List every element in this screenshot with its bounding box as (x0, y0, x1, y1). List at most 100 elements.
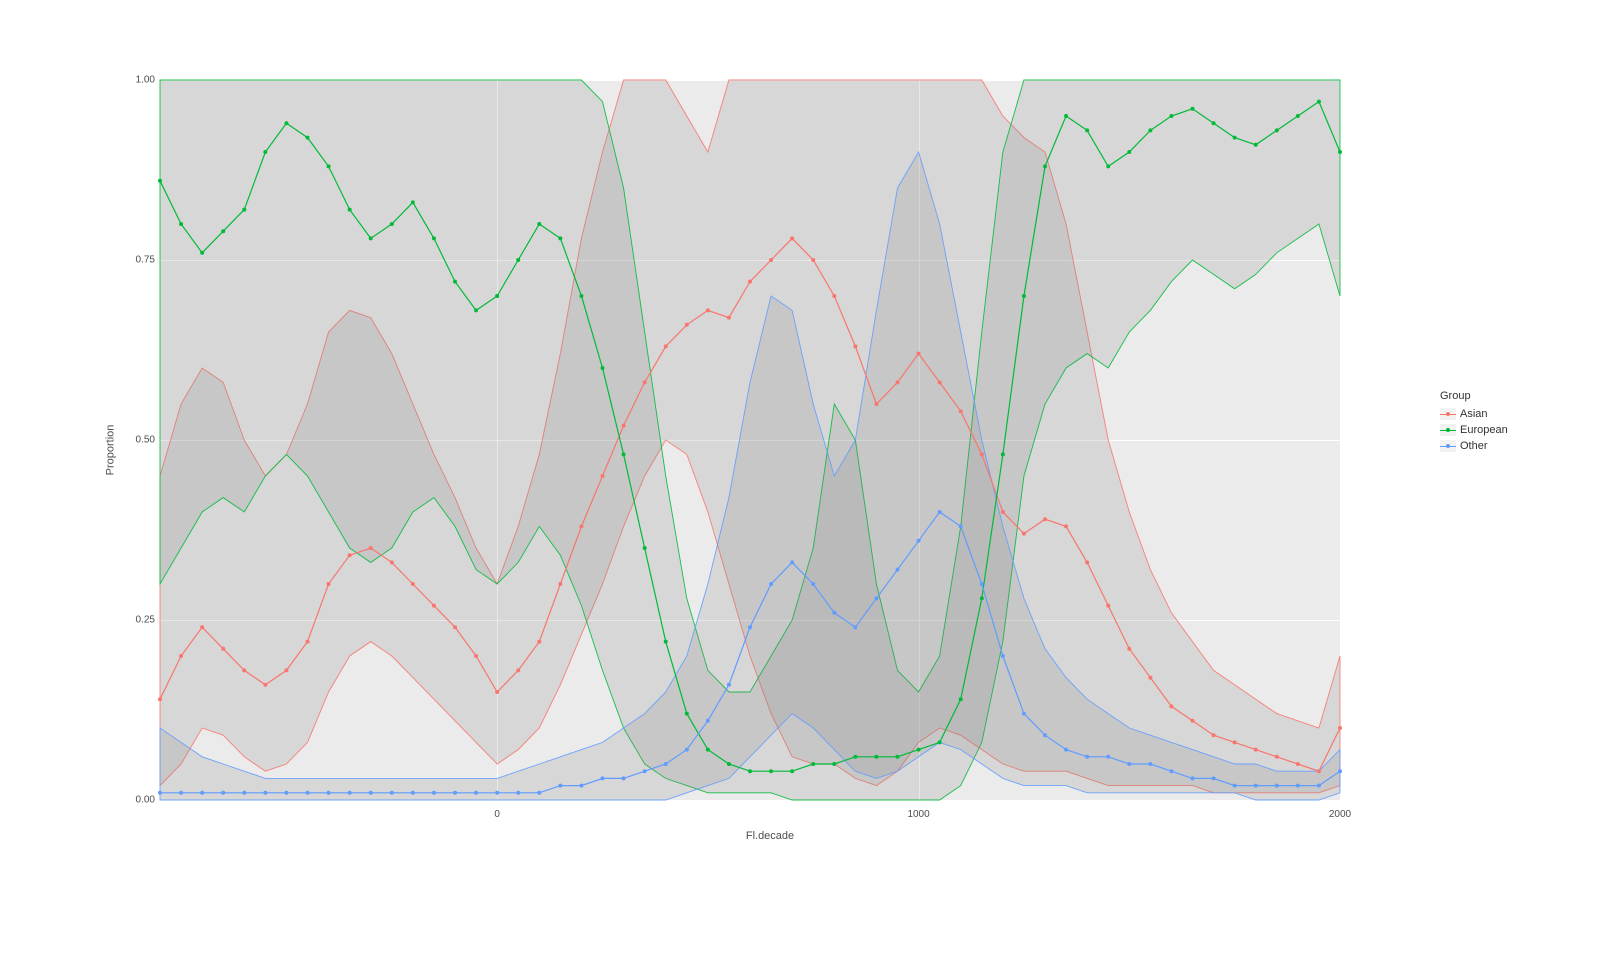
series-point (938, 740, 942, 744)
series-point (706, 719, 710, 723)
legend-item: Other (1440, 438, 1508, 454)
series-point (601, 366, 605, 370)
series-point (516, 668, 520, 672)
series-point (1148, 676, 1152, 680)
series-point (1085, 128, 1089, 132)
series-point (685, 712, 689, 716)
series-point (959, 697, 963, 701)
series-point (938, 510, 942, 514)
series-point (1254, 784, 1258, 788)
series-point (769, 769, 773, 773)
series-point (1106, 755, 1110, 759)
series-point (601, 776, 605, 780)
series-point (1001, 452, 1005, 456)
series-point (579, 784, 583, 788)
series-point (327, 582, 331, 586)
series-point (769, 258, 773, 262)
series-point (558, 582, 562, 586)
series-point (917, 352, 921, 356)
series-point (1212, 776, 1216, 780)
series-point (874, 402, 878, 406)
series-point (158, 697, 162, 701)
series-point (327, 791, 331, 795)
series-point (832, 762, 836, 766)
series-point (1148, 128, 1152, 132)
series-point (1127, 647, 1131, 651)
series-point (917, 748, 921, 752)
series-point (1296, 784, 1300, 788)
series-point (1212, 733, 1216, 737)
series-point (874, 596, 878, 600)
series-point (1191, 107, 1195, 111)
series-point (853, 625, 857, 629)
series-point (664, 762, 668, 766)
series-point (495, 294, 499, 298)
series-point (706, 748, 710, 752)
series-point (622, 452, 626, 456)
legend-title: Group (1440, 390, 1508, 402)
series-point (980, 582, 984, 586)
series-point (685, 748, 689, 752)
series-point (432, 236, 436, 240)
series-point (1106, 164, 1110, 168)
series-point (516, 258, 520, 262)
series-point (917, 539, 921, 543)
series-point (158, 791, 162, 795)
series-point (643, 769, 647, 773)
series-point (959, 524, 963, 528)
series-point (200, 791, 204, 795)
series-point (369, 546, 373, 550)
series-point (832, 294, 836, 298)
series-point (200, 251, 204, 255)
series-point (1317, 784, 1321, 788)
series-point (348, 791, 352, 795)
y-tick: 0.50 (125, 435, 155, 446)
legend: Group AsianEuropeanOther (1440, 390, 1508, 454)
series-point (263, 791, 267, 795)
series-point (1043, 517, 1047, 521)
series-point (622, 424, 626, 428)
series-point (601, 474, 605, 478)
series-point (453, 625, 457, 629)
series-point (1296, 114, 1300, 118)
series-point (832, 611, 836, 615)
series-point (306, 136, 310, 140)
series-point (1064, 524, 1068, 528)
series-point (811, 582, 815, 586)
series-point (474, 308, 478, 312)
series-point (896, 755, 900, 759)
series-point (980, 452, 984, 456)
series-point (495, 690, 499, 694)
legend-key (1440, 408, 1456, 420)
series-point (748, 625, 752, 629)
series-point (727, 316, 731, 320)
series-point (1106, 604, 1110, 608)
legend-item: Asian (1440, 406, 1508, 422)
series-point (495, 791, 499, 795)
series-point (685, 323, 689, 327)
series-point (748, 769, 752, 773)
y-tick: 0.25 (125, 615, 155, 626)
series-point (706, 308, 710, 312)
legend-item: European (1440, 422, 1508, 438)
series-point (200, 625, 204, 629)
series-point (348, 553, 352, 557)
series-point (263, 683, 267, 687)
series-point (811, 762, 815, 766)
series-point (727, 683, 731, 687)
chart-container: 0.00 0.25 0.50 0.75 1.00 Proportion Fl.d… (120, 60, 1420, 840)
series-point (537, 222, 541, 226)
y-tick: 0.00 (125, 795, 155, 806)
series-point (1022, 532, 1026, 536)
series-point (1254, 143, 1258, 147)
series-point (1127, 762, 1131, 766)
series-point (1275, 755, 1279, 759)
series-point (1169, 704, 1173, 708)
series-point (579, 524, 583, 528)
series-point (811, 258, 815, 262)
series-point (790, 560, 794, 564)
series-point (390, 222, 394, 226)
series-point (1275, 784, 1279, 788)
series-point (1338, 726, 1342, 730)
series-point (1022, 712, 1026, 716)
